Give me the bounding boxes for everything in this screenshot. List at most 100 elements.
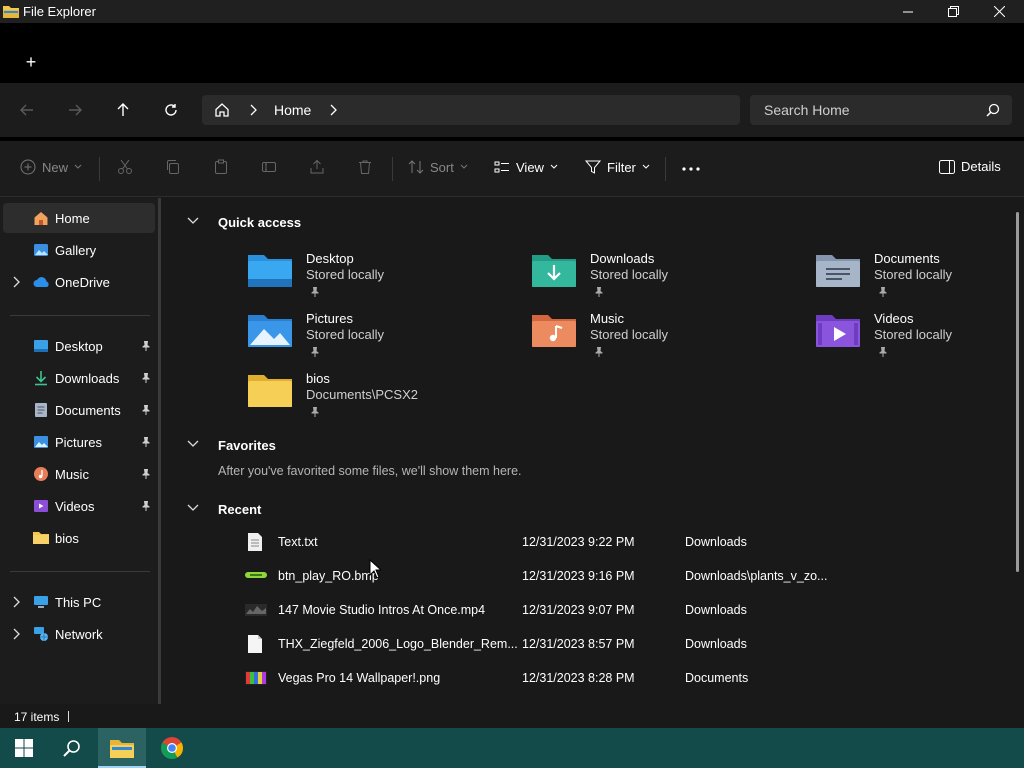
details-label: Details <box>961 159 1001 174</box>
sidebar-item-label: Music <box>55 467 89 482</box>
start-button[interactable] <box>0 728 48 768</box>
desktop-folder-icon <box>248 251 292 287</box>
file-date: 12/31/2023 9:07 PM <box>522 603 635 617</box>
quick-access-videos[interactable]: Videos Stored locally <box>816 311 1024 367</box>
quick-access-desktop[interactable]: Desktop Stored locally <box>248 251 518 307</box>
chevron-right-icon[interactable] <box>12 628 20 640</box>
quick-access-documents[interactable]: Documents Stored locally <box>816 251 1024 307</box>
sidebar-item-label: OneDrive <box>55 275 110 290</box>
copy-icon <box>167 160 179 174</box>
more-options-button[interactable] <box>682 167 700 171</box>
taskbar-chrome[interactable] <box>148 728 196 768</box>
item-location: Stored locally <box>306 327 385 342</box>
recent-row[interactable]: THX_Ziegfeld_2006_Logo_Blender_Rem... 12… <box>161 629 1021 659</box>
sidebar-item-network[interactable]: Network <box>3 619 155 649</box>
quick-access-pictures[interactable]: Pictures Stored locally <box>248 311 518 367</box>
chevron-right-icon[interactable] <box>12 276 20 288</box>
new-tab-button[interactable]: + <box>20 51 42 73</box>
filter-label: Filter <box>607 159 636 175</box>
gallery-icon <box>33 242 49 258</box>
sidebar-item-onedrive[interactable]: OneDrive <box>3 267 155 297</box>
file-name: btn_play_RO.bmp <box>278 569 379 583</box>
content-area: Quick access Desktop Stored locally Down… <box>161 198 1024 704</box>
taskbar-file-explorer[interactable] <box>98 728 146 768</box>
start-icon <box>15 739 33 757</box>
file-date: 12/31/2023 8:57 PM <box>522 637 635 651</box>
new-button[interactable]: New <box>20 159 82 175</box>
sidebar-item-bios[interactable]: bios <box>3 523 155 553</box>
sort-button[interactable]: Sort <box>408 159 468 175</box>
pin-icon <box>310 286 320 297</box>
home-icon <box>33 210 49 226</box>
sidebar-item-label: Videos <box>55 499 95 514</box>
arrow-right-icon <box>69 104 82 116</box>
sidebar-item-home[interactable]: Home <box>3 203 155 233</box>
file-explorer-app-icon <box>3 4 19 18</box>
sidebar-item-gallery[interactable]: Gallery <box>3 235 155 265</box>
pin-icon <box>310 346 320 357</box>
back-button[interactable] <box>13 97 41 123</box>
file-name: Text.txt <box>278 535 318 549</box>
content-scrollbar[interactable] <box>1016 212 1019 572</box>
recent-row[interactable]: Text.txt 12/31/2023 9:22 PM Downloads <box>161 527 1021 557</box>
quick-access-bios[interactable]: bios Documents\PCSX2 <box>248 371 518 427</box>
navigation-bar: Home Search Home <box>0 83 1024 137</box>
download-icon <box>33 370 49 386</box>
sidebar-item-this-pc[interactable]: This PC <box>3 587 155 617</box>
restore-button[interactable] <box>930 0 976 23</box>
item-location: Stored locally <box>874 327 953 342</box>
close-button[interactable] <box>976 0 1022 23</box>
address-bar[interactable]: Home <box>202 95 740 125</box>
chrome-icon <box>161 737 183 759</box>
text-file-icon <box>247 532 263 552</box>
chevron-right-icon[interactable] <box>12 596 20 608</box>
chevron-down-icon[interactable] <box>187 440 199 448</box>
taskbar-search-button[interactable] <box>48 728 96 768</box>
pictures-icon <box>33 434 49 450</box>
view-button[interactable]: View <box>494 159 558 175</box>
title-bar: File Explorer <box>0 0 1024 23</box>
pin-icon <box>141 372 151 383</box>
downloads-folder-icon <box>532 251 576 287</box>
sidebar-item-label: Downloads <box>55 371 120 386</box>
recent-row[interactable]: btn_play_RO.bmp 12/31/2023 9:16 PM Downl… <box>161 561 1021 591</box>
filter-icon <box>585 160 601 174</box>
chevron-right-icon[interactable] <box>329 104 337 116</box>
sidebar-item-desktop[interactable]: Desktop <box>3 331 155 361</box>
share-button[interactable] <box>309 159 325 175</box>
quick-access-downloads[interactable]: Downloads Stored locally <box>532 251 802 307</box>
home-icon[interactable] <box>214 102 230 118</box>
recent-row[interactable]: 147 Movie Studio Intros At Once.mp4 12/3… <box>161 595 1021 625</box>
arrow-up-icon <box>117 103 129 116</box>
minimize-button[interactable] <box>885 0 931 23</box>
sidebar-item-downloads[interactable]: Downloads <box>3 363 155 393</box>
rename-button[interactable] <box>261 159 277 175</box>
forward-button[interactable] <box>61 97 89 123</box>
up-button[interactable] <box>109 97 137 123</box>
chevron-down-icon[interactable] <box>187 504 199 512</box>
recent-row[interactable]: Vegas Pro 14 Wallpaper!.png 12/31/2023 8… <box>161 663 1021 693</box>
copy-button[interactable] <box>165 159 181 175</box>
sidebar-item-videos[interactable]: Videos <box>3 491 155 521</box>
sidebar-item-pictures[interactable]: Pictures <box>3 427 155 457</box>
sidebar-item-label: Pictures <box>55 435 102 450</box>
quick-access-music[interactable]: Music Stored locally <box>532 311 802 367</box>
search-box[interactable]: Search Home <box>750 95 1012 125</box>
sidebar-item-documents[interactable]: Documents <box>3 395 155 425</box>
refresh-button[interactable] <box>157 97 185 123</box>
chevron-right-icon[interactable] <box>249 104 257 116</box>
network-icon <box>33 626 49 642</box>
pin-icon <box>141 436 151 447</box>
documents-folder-icon <box>816 251 860 287</box>
details-button[interactable]: Details <box>939 159 1001 174</box>
cut-button[interactable] <box>117 159 133 175</box>
file-name: THX_Ziegfeld_2006_Logo_Blender_Rem... <box>278 637 518 651</box>
separator <box>665 157 666 181</box>
breadcrumb-home[interactable]: Home <box>274 102 311 118</box>
filter-button[interactable]: Filter <box>585 159 650 175</box>
delete-button[interactable] <box>357 159 373 175</box>
search-input[interactable]: Search Home <box>764 102 850 118</box>
sidebar-item-music[interactable]: Music <box>3 459 155 489</box>
chevron-down-icon[interactable] <box>187 217 199 225</box>
paste-button[interactable] <box>213 159 229 175</box>
